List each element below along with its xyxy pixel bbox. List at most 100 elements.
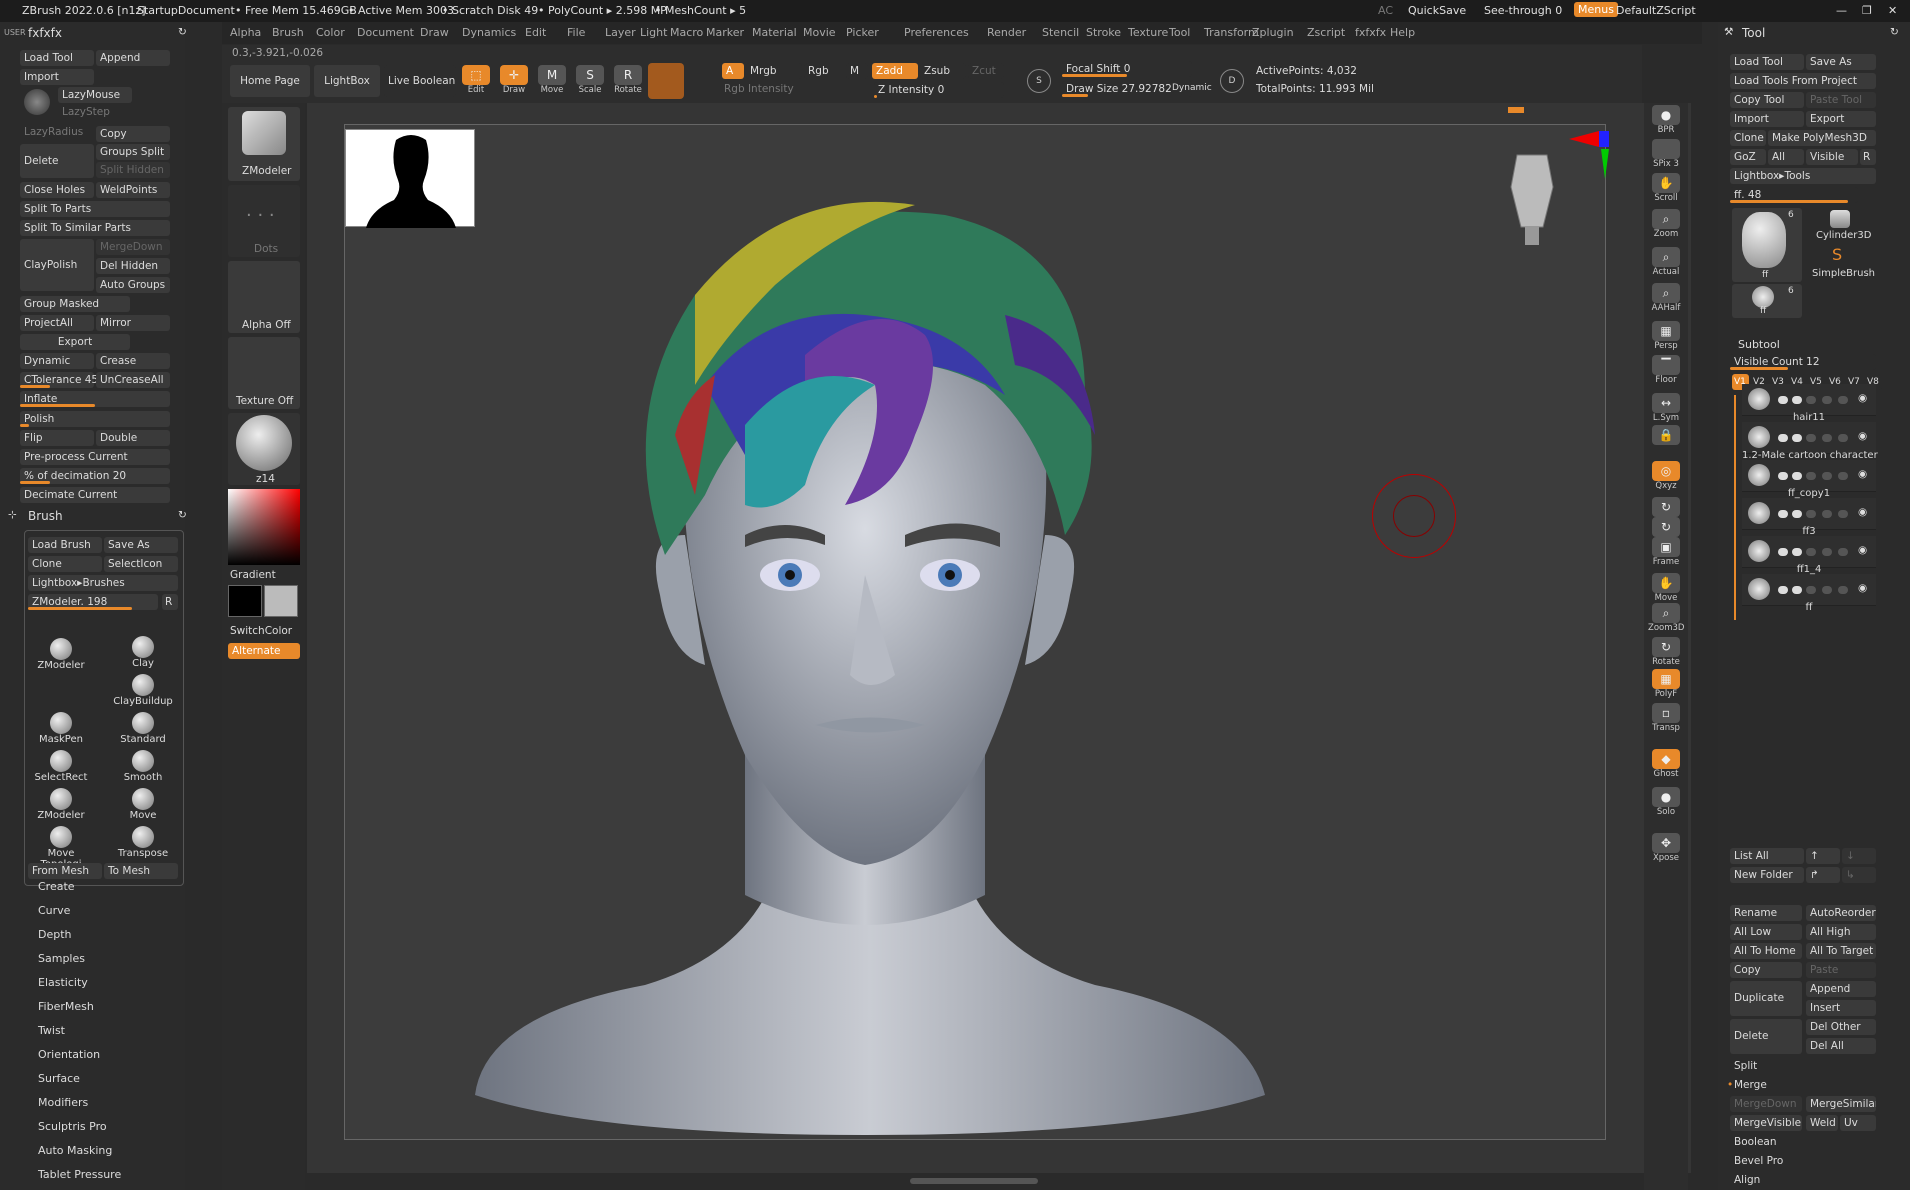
zcut-button[interactable]: Zcut xyxy=(968,63,1004,79)
projectall-button[interactable]: ProjectAll xyxy=(20,315,94,331)
menu-help[interactable]: Help xyxy=(1390,26,1415,39)
eye-icon[interactable]: ◉ xyxy=(1858,468,1867,480)
brush-header[interactable]: Brush xyxy=(28,509,63,523)
menu-preferences[interactable]: Preferences xyxy=(904,26,969,39)
menu-orientation[interactable]: Orientation xyxy=(38,1048,100,1061)
move-up-icon[interactable]: ↑ xyxy=(1806,848,1840,864)
s-dial-icon[interactable]: S xyxy=(1027,69,1051,93)
menu-zplugin[interactable]: Zplugin xyxy=(1252,26,1294,39)
mrgb-button[interactable]: Mrgb xyxy=(746,63,802,79)
brush-cell-maskpen[interactable]: MaskPen xyxy=(28,712,94,750)
preprocess-button[interactable]: Pre-process Current xyxy=(20,449,170,465)
live-boolean-button[interactable]: Live Boolean xyxy=(384,65,456,97)
rightshelf-transp[interactable]: ▫ Transp xyxy=(1648,703,1684,739)
brush-cell-standard[interactable]: Standard xyxy=(110,712,176,750)
subtool-toggle-icon[interactable] xyxy=(1778,586,1788,594)
menu-stroke[interactable]: Stroke xyxy=(1086,26,1121,39)
lightbox-tools-button[interactable]: Lightbox▸Tools xyxy=(1730,168,1876,184)
edit-button[interactable]: ⬚ Edit xyxy=(458,65,494,101)
subtool-toggle-icon[interactable] xyxy=(1838,510,1848,518)
move-button[interactable]: M Move xyxy=(534,65,570,101)
bottom-scroll-handle[interactable] xyxy=(910,1178,1038,1184)
zadd-button[interactable]: Zadd xyxy=(872,63,918,79)
del-hidden-button[interactable]: Del Hidden xyxy=(96,258,170,274)
navigation-head-icon[interactable] xyxy=(1507,147,1557,247)
eye-icon[interactable]: ◉ xyxy=(1858,582,1867,594)
autoreorder-button[interactable]: AutoReorder xyxy=(1806,905,1876,921)
rightshelf-qxyz[interactable]: ◎ Qxyz xyxy=(1648,461,1684,497)
tool-thumb-ff-2[interactable]: 6 ff xyxy=(1732,284,1802,318)
main-color-swatch[interactable] xyxy=(228,585,262,617)
rp-load-tool-button[interactable]: Load Tool xyxy=(1730,54,1804,70)
crease-button[interactable]: Crease xyxy=(96,353,170,369)
subtool-toggle-icon[interactable] xyxy=(1822,396,1832,404)
brush-refresh-icon[interactable]: ↻ xyxy=(178,509,187,521)
menu-document[interactable]: Document xyxy=(357,26,414,39)
del-other-button[interactable]: Del Other xyxy=(1806,1019,1876,1035)
menu-twist[interactable]: Twist xyxy=(38,1024,65,1037)
mergesimilar-button[interactable]: MergeSimilar xyxy=(1806,1096,1876,1112)
menu-render[interactable]: Render xyxy=(987,26,1026,39)
close-holes-button[interactable]: Close Holes xyxy=(20,182,94,198)
rightshelf-scroll[interactable]: ✋ Scroll xyxy=(1648,173,1684,209)
duplicate-button[interactable]: Duplicate xyxy=(1730,981,1802,1016)
load-tools-from-project-button[interactable]: Load Tools From Project xyxy=(1730,73,1876,89)
rightshelf-aahalf[interactable]: ⌕ AAHalf xyxy=(1648,283,1684,319)
subtool-toggle-icon[interactable] xyxy=(1778,396,1788,404)
menu-auto-masking[interactable]: Auto Masking xyxy=(38,1144,112,1157)
dynamic-button[interactable]: Dynamic xyxy=(20,353,94,369)
from-mesh-button[interactable]: From Mesh xyxy=(28,863,102,879)
folder-action2-icon[interactable]: ↳ xyxy=(1842,867,1876,883)
z-intensity-slider[interactable]: Z Intensity 0 xyxy=(874,82,1004,98)
subtool-name[interactable]: 1.2-Male cartoon character xyxy=(1742,450,1878,461)
close-icon[interactable]: ✕ xyxy=(1888,4,1897,17)
restore-icon[interactable]: ❐ xyxy=(1862,4,1872,17)
rp-export-button[interactable]: Export xyxy=(1806,111,1876,127)
uncreaseall-button[interactable]: UnCreaseAll xyxy=(96,372,170,388)
align-section[interactable]: Align xyxy=(1734,1174,1760,1186)
menu-edit[interactable]: Edit xyxy=(525,26,546,39)
all-to-home-button[interactable]: All To Home xyxy=(1730,943,1802,959)
subtool-name[interactable]: ff_copy1 xyxy=(1742,488,1876,499)
subtool-toggle-icon[interactable] xyxy=(1806,396,1816,404)
rightshelf-rotate[interactable]: ↻ Rotate xyxy=(1648,637,1684,673)
subtool-toggle-icon[interactable] xyxy=(1792,510,1802,518)
rightshelf-frame[interactable]: ▣ Frame xyxy=(1648,537,1684,573)
brush-cell-zmodeler[interactable]: ZModeler xyxy=(28,638,94,710)
simplebrush-label[interactable]: SimpleBrush xyxy=(1812,268,1875,279)
see-through-slider[interactable]: See-through 0 xyxy=(1484,4,1562,17)
brush-pin-icon[interactable]: ⊹ xyxy=(8,509,17,521)
a-button[interactable]: A xyxy=(722,63,744,79)
sculpt-model[interactable] xyxy=(445,135,1285,1135)
focal-shift-slider[interactable]: Focal Shift 0 xyxy=(1062,61,1192,77)
rightshelf-ghost[interactable]: ◆ Ghost xyxy=(1648,749,1684,785)
eye-icon[interactable]: ◉ xyxy=(1858,430,1867,442)
rp-paste-button[interactable]: Paste xyxy=(1806,962,1876,978)
eye-icon[interactable]: ◉ xyxy=(1858,506,1867,518)
axis-gizmo-icon[interactable] xyxy=(1569,129,1609,189)
quicksave-button[interactable]: QuickSave xyxy=(1408,4,1466,17)
folder-action-icon[interactable]: ↱ xyxy=(1806,867,1840,883)
brush-cell-transpose[interactable]: Transpose xyxy=(110,826,176,864)
menu-fxfxfx[interactable]: fxfxfx xyxy=(1355,26,1386,39)
brush-cell-move[interactable]: Move xyxy=(110,788,176,826)
subtool-toggle-icon[interactable] xyxy=(1806,548,1816,556)
bevel-pro-section[interactable]: Bevel Pro xyxy=(1734,1155,1783,1167)
mergedown-button[interactable]: MergeDown xyxy=(96,239,170,255)
split-section[interactable]: Split xyxy=(1734,1060,1757,1072)
brush-save-as-button[interactable]: Save As xyxy=(104,537,178,553)
groups-split-button[interactable]: Groups Split xyxy=(96,144,170,160)
rgb-intensity-slider[interactable]: Rgb Intensity xyxy=(724,83,794,95)
menu-texture[interactable]: Texture xyxy=(1128,26,1168,39)
tool-thumb-ff[interactable]: 6 ff xyxy=(1732,208,1802,282)
menu-samples[interactable]: Samples xyxy=(38,952,85,965)
export-button[interactable]: Export xyxy=(20,334,130,350)
rp-copy-button[interactable]: Copy xyxy=(1730,962,1802,978)
menu-macro[interactable]: Macro xyxy=(670,26,703,39)
rightshelf-persp[interactable]: ▦ Persp xyxy=(1648,321,1684,357)
all-to-target-button[interactable]: All To Target xyxy=(1806,943,1876,959)
material-slot[interactable]: z14 xyxy=(228,413,300,485)
menu-picker[interactable]: Picker xyxy=(846,26,879,39)
subtool-name[interactable]: ff3 xyxy=(1742,526,1876,537)
menu-brush[interactable]: Brush xyxy=(272,26,304,39)
